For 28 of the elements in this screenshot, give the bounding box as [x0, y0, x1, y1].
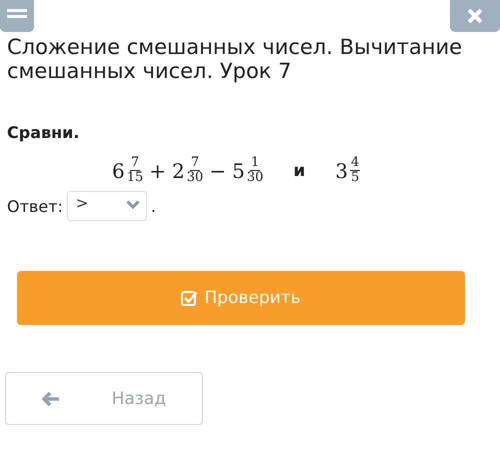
- whole-number: 5: [232, 158, 245, 182]
- numerator: 1: [250, 156, 260, 171]
- denominator: 30: [186, 171, 204, 185]
- denominator: 5: [351, 171, 360, 185]
- arrow-left-icon: [42, 392, 60, 406]
- operator-sign: +: [149, 158, 166, 182]
- menu-button[interactable]: [0, 0, 34, 32]
- back-button[interactable]: Назад: [5, 372, 203, 425]
- task-prompt: Сравни.: [7, 123, 80, 142]
- operator-sign: −: [209, 158, 226, 182]
- whole-number: 3: [335, 158, 348, 182]
- period-text: .: [150, 196, 156, 216]
- numerator: 4: [350, 156, 360, 171]
- close-button[interactable]: [450, 0, 500, 32]
- numerator: 7: [190, 156, 200, 171]
- chevron-down-icon: [126, 200, 140, 209]
- answer-dropdown[interactable]: >: [66, 191, 147, 221]
- check-button[interactable]: Проверить: [17, 271, 465, 325]
- answer-label: Ответ:: [7, 196, 63, 216]
- checkbox-icon: [181, 290, 198, 306]
- denominator: 15: [126, 171, 144, 185]
- whole-number: 6: [112, 158, 125, 182]
- whole-number: 2: [172, 158, 185, 182]
- denominator: 30: [246, 171, 264, 185]
- numerator: 7: [130, 156, 140, 171]
- lesson-title: Сложение смешанных чисел. Вычитание смешанных чисел. Урок 7: [7, 35, 464, 83]
- close-icon: [467, 8, 483, 24]
- conjunction-text: и: [293, 160, 306, 180]
